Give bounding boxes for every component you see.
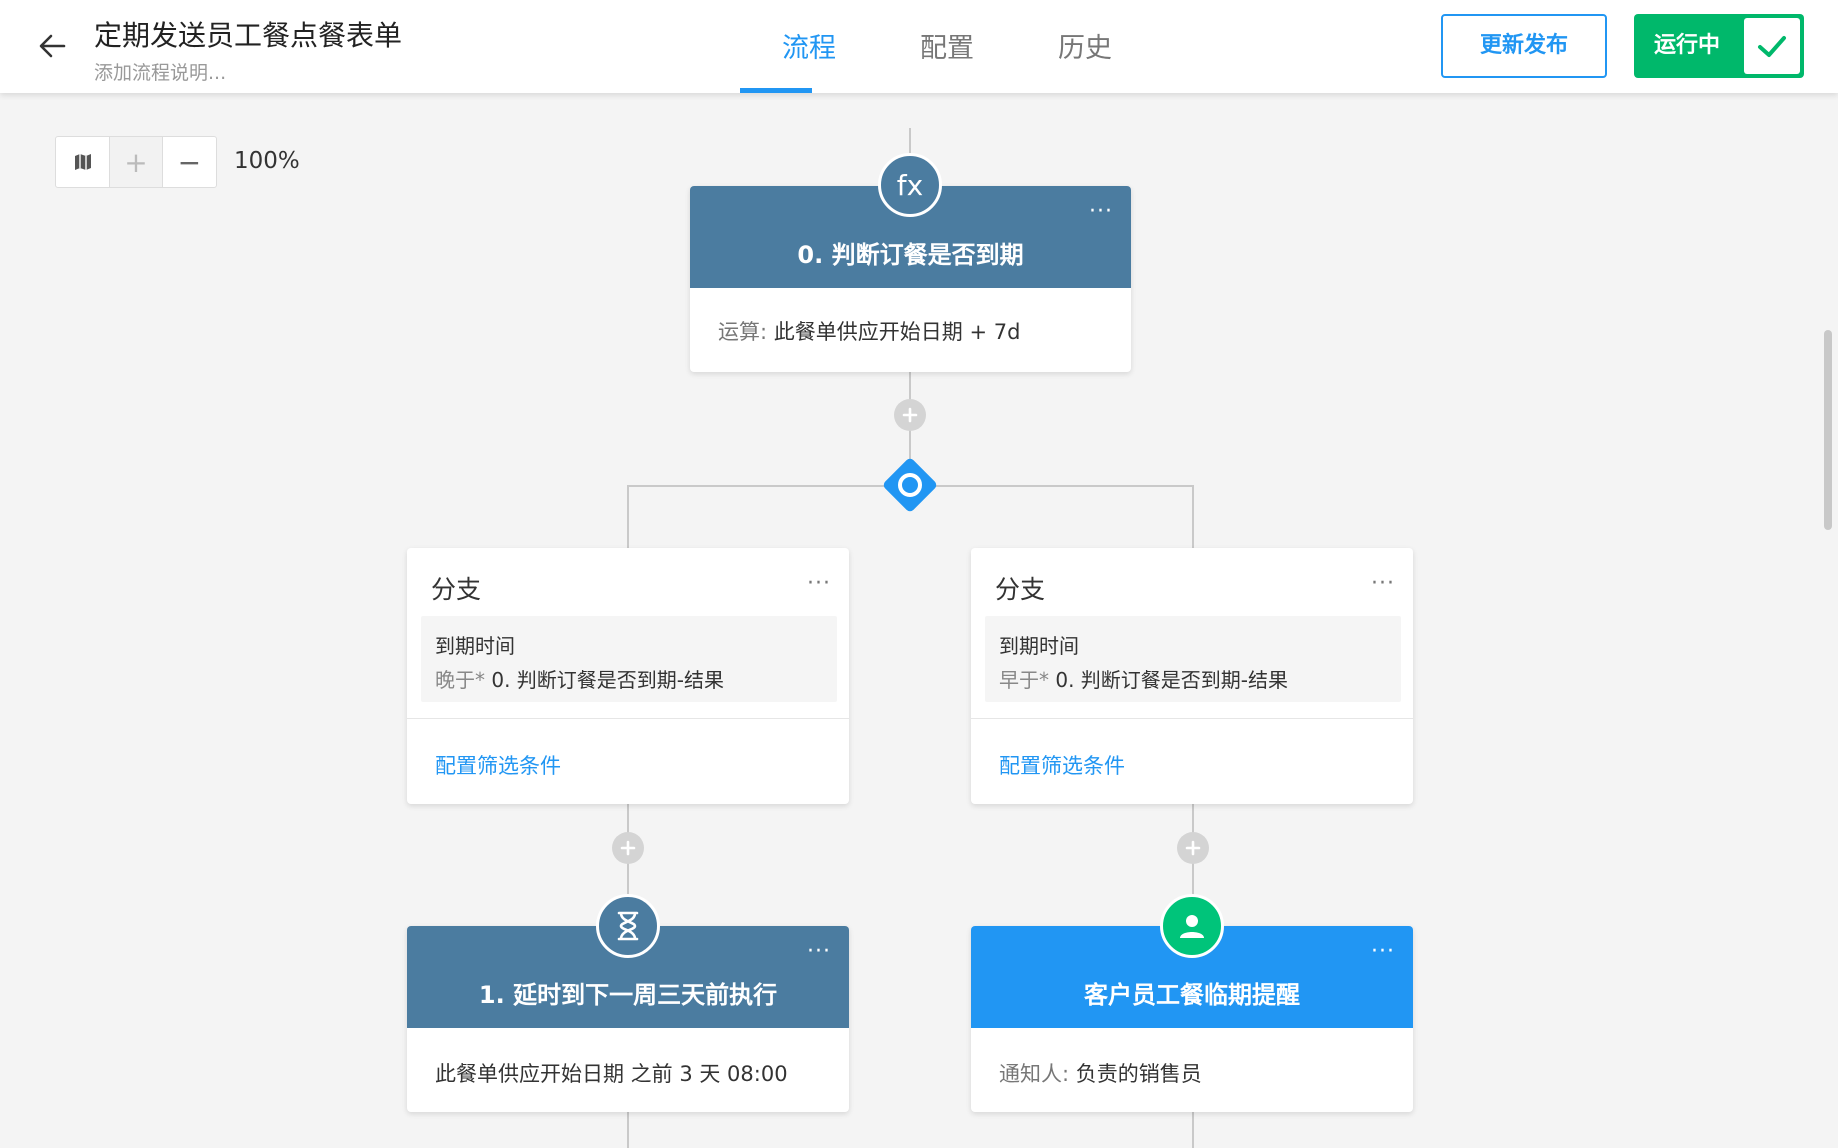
plus-icon bbox=[620, 840, 636, 856]
branch-right-target: 0. 判断订餐是否到期-结果 bbox=[1055, 668, 1289, 692]
hourglass-glyph bbox=[617, 911, 639, 941]
branch-right-field: 到期时间 bbox=[999, 634, 1079, 658]
branch-card-right[interactable]: 分支 ··· 到期时间 早于* 0. 判断订餐是否到期-结果 配置筛选条件 bbox=[971, 548, 1413, 804]
user-glyph bbox=[1180, 915, 1204, 938]
arrow-left-icon bbox=[39, 34, 66, 58]
branch-left-more-button[interactable]: ··· bbox=[807, 573, 831, 595]
zoom-out-button[interactable]: − bbox=[163, 137, 216, 187]
branch-left-target: 0. 判断订餐是否到期-结果 bbox=[491, 668, 725, 692]
add-node-button-right[interactable] bbox=[1177, 832, 1209, 864]
main-tabs: 流程 配置 历史 bbox=[740, 0, 1154, 93]
branch-right-rule: 早于* 0. 判断订餐是否到期-结果 bbox=[999, 664, 1288, 693]
function-icon-text: fx bbox=[896, 168, 924, 202]
minimap-button[interactable] bbox=[56, 137, 109, 187]
add-node-button[interactable] bbox=[894, 399, 926, 431]
divider bbox=[971, 718, 1413, 719]
branch-right-more-button[interactable]: ··· bbox=[1371, 573, 1395, 595]
running-label: 运行中 bbox=[1654, 33, 1721, 58]
branch-left-field: 到期时间 bbox=[435, 634, 515, 658]
function-icon: fx bbox=[878, 153, 942, 217]
plus-icon bbox=[902, 407, 918, 423]
map-icon bbox=[74, 154, 91, 170]
running-toggle-button[interactable]: 运行中 bbox=[1634, 14, 1804, 78]
zoom-level: 100% bbox=[234, 148, 300, 174]
notify-node-detail: 通知人: 负责的销售员 bbox=[999, 1058, 1202, 1088]
back-button[interactable] bbox=[34, 28, 70, 64]
tab-history[interactable]: 历史 bbox=[1016, 0, 1154, 93]
calc-node-more-button[interactable]: ··· bbox=[1089, 201, 1113, 223]
branch-left-rule: 晚于* 0. 判断订餐是否到期-结果 bbox=[435, 664, 724, 693]
notify-node-more-button[interactable]: ··· bbox=[1371, 941, 1395, 963]
calc-node-value: 此餐单供应开始日期 + 7d bbox=[773, 320, 1021, 344]
branch-left-title: 分支 bbox=[431, 575, 482, 604]
calc-node-detail: 运算: 此餐单供应开始日期 + 7d bbox=[718, 316, 1020, 346]
branch-right-title: 分支 bbox=[995, 575, 1046, 604]
user-icon bbox=[1160, 894, 1224, 958]
branch-left-condition: 到期时间 晚于* 0. 判断订餐是否到期-结果 bbox=[421, 616, 837, 702]
zoom-in-button[interactable]: + bbox=[109, 137, 163, 187]
notify-node-label: 通知人: bbox=[999, 1062, 1070, 1086]
branch-left-operator: 晚于* bbox=[435, 668, 485, 692]
hourglass-icon bbox=[596, 894, 660, 958]
delay-node-more-button[interactable]: ··· bbox=[807, 941, 831, 963]
add-node-button-left[interactable] bbox=[612, 832, 644, 864]
tab-flow[interactable]: 流程 bbox=[740, 0, 878, 93]
tab-config[interactable]: 配置 bbox=[878, 0, 1016, 93]
delay-node-detail: 此餐单供应开始日期 之前 3 天 08:00 bbox=[435, 1062, 788, 1086]
flow-description-input[interactable]: 添加流程说明... bbox=[94, 58, 226, 85]
running-check-box bbox=[1744, 18, 1800, 74]
check-icon bbox=[1758, 36, 1786, 57]
branch-card-left[interactable]: 分支 ··· 到期时间 晚于* 0. 判断订餐是否到期-结果 配置筛选条件 bbox=[407, 548, 849, 804]
app-header: 定期发送员工餐点餐表单 添加流程说明... 流程 配置 历史 更新发布 运行中 bbox=[0, 0, 1838, 93]
plus-icon bbox=[1185, 840, 1201, 856]
notify-node-value: 负责的销售员 bbox=[1075, 1062, 1202, 1086]
branch-right-operator: 早于* bbox=[999, 668, 1049, 692]
branch-right-config-filter-link[interactable]: 配置筛选条件 bbox=[999, 750, 1125, 780]
zoom-controls: + − bbox=[55, 136, 217, 188]
branch-left-config-filter-link[interactable]: 配置筛选条件 bbox=[435, 750, 561, 780]
calc-node-label: 运算: bbox=[718, 320, 768, 344]
update-publish-button[interactable]: 更新发布 bbox=[1441, 14, 1607, 78]
page-title: 定期发送员工餐点餐表单 bbox=[94, 19, 403, 52]
divider bbox=[407, 718, 849, 719]
canvas-scrollbar[interactable] bbox=[1824, 330, 1832, 530]
branch-right-condition: 到期时间 早于* 0. 判断订餐是否到期-结果 bbox=[985, 616, 1401, 702]
